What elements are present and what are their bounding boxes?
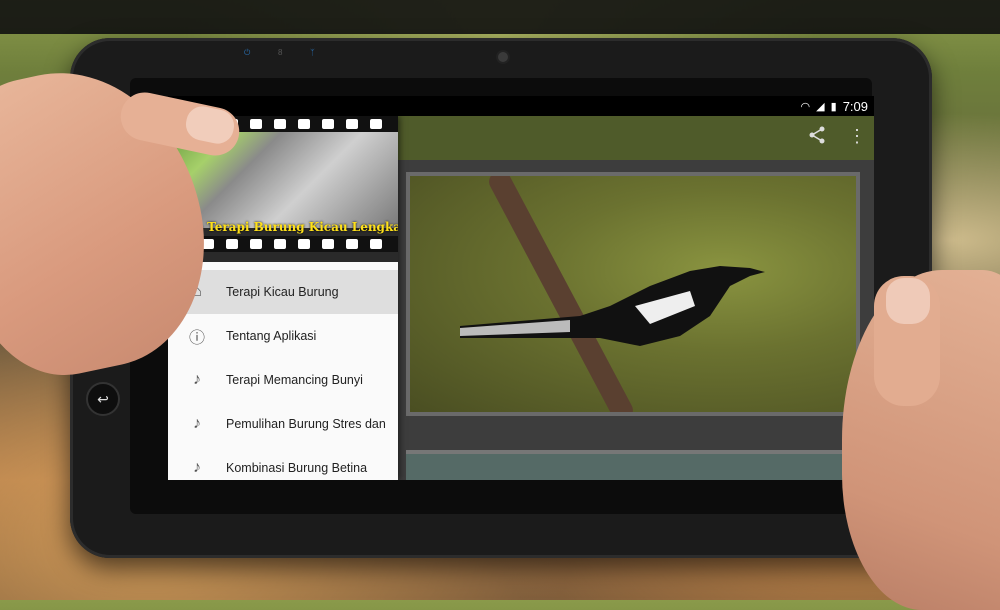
menu-item-label: Kombinasi Burung Betina [226, 461, 368, 475]
right-thumbnail [886, 278, 930, 324]
menu-item-pemulihan[interactable]: ♪ Pemulihan Burung Stres dan [168, 402, 398, 446]
music-note-icon: ♪ [193, 415, 201, 432]
navigation-drawer: Audio Terapi Burung Kicau Lengkap OffLin… [168, 116, 398, 480]
menu-item-label: Terapi Kicau Burung [226, 285, 339, 299]
share-icon[interactable] [808, 126, 826, 149]
second-card[interactable] [406, 450, 860, 480]
music-note-icon: ♪ [193, 459, 201, 476]
top-dark-strip [0, 0, 1000, 34]
app-bar: ⋮ [398, 116, 874, 160]
menu-item-label: Pemulihan Burung Stres dan [226, 417, 386, 431]
music-note-icon: ♪ [193, 371, 201, 388]
back-hardware-button[interactable]: ↩ [86, 382, 120, 416]
drawer-menu: ⌂ Terapi Kicau Burung ⓘ Tentang Aplikasi… [168, 270, 398, 480]
battery-icon: ▮ [830, 100, 837, 113]
sensor-icon: 8 [278, 48, 283, 57]
status-time: 7:09 [842, 98, 868, 114]
menu-item-kombinasi[interactable]: ♪ Kombinasi Burung Betina [168, 446, 398, 480]
wifi-icon: ◠ [800, 100, 811, 113]
cell-signal-icon: ◢ [816, 100, 825, 113]
bird-image-icon [460, 266, 765, 346]
bird-photo-card[interactable] [406, 172, 860, 416]
menu-item-terapi-kicau[interactable]: ⌂ Terapi Kicau Burung [168, 270, 398, 314]
overflow-menu-icon[interactable]: ⋮ [848, 126, 866, 147]
power-led-icon: ⏻ [244, 48, 251, 57]
menu-item-label: Tentang Aplikasi [226, 329, 317, 343]
menu-item-tentang[interactable]: ⓘ Tentang Aplikasi [168, 314, 398, 358]
main-content [398, 160, 874, 480]
status-bar: ◠ ◢ ▮ 7:09 [168, 96, 874, 116]
camera-icon [496, 50, 510, 64]
menu-item-memancing[interactable]: ♪ Terapi Memancing Bunyi [168, 358, 398, 402]
menu-item-label: Terapi Memancing Bunyi [226, 373, 363, 387]
bird-photo [410, 176, 856, 412]
tablet-screen: ◠ ◢ ▮ 7:09 ⋮ Terapi Burung Kicau Lengka … [168, 96, 874, 480]
signal-led-icon: ᛉ [310, 48, 315, 57]
